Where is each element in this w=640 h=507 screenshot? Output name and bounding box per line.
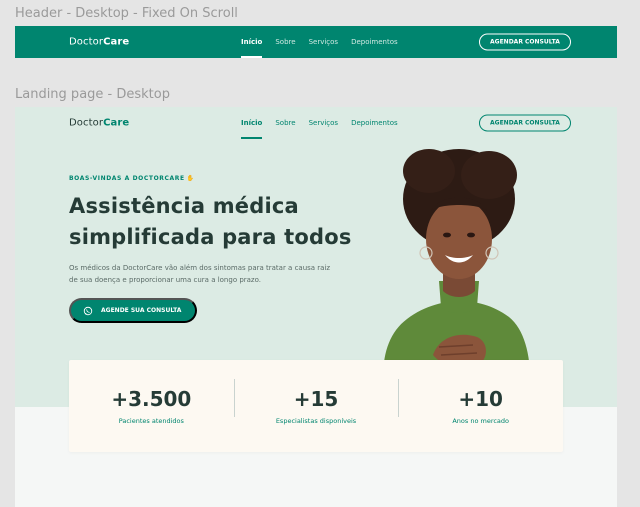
whatsapp-icon [83, 306, 93, 315]
welcome-text: BOAS-VINDAS A DOCTORCARE [69, 175, 185, 182]
nav-item-servicos[interactable]: Serviços [309, 26, 339, 58]
nav-item-inicio[interactable]: Início [241, 26, 263, 58]
nav-item-servicos[interactable]: Serviços [309, 107, 339, 138]
waving-hand-icon: ✋ [186, 175, 195, 182]
logo-part-2: Care [103, 117, 130, 128]
hero-title: Assistência médica simplificada para tod… [69, 194, 352, 249]
frame-label-landing: Landing page - Desktop [15, 87, 170, 102]
logo[interactable]: DoctorCare [69, 117, 129, 128]
book-appointment-label: AGENDE SUA CONSULTA [101, 307, 182, 314]
nav-item-depoimentos[interactable]: Depoimentos [351, 26, 398, 58]
main-nav: Início Sobre Serviços Depoimentos [241, 26, 398, 58]
logo-part-1: Doctor [69, 117, 104, 128]
stat-years: +10 Anos no mercado [398, 379, 563, 425]
welcome-tagline: BOAS-VINDAS A DOCTORCARE ✋ [69, 175, 195, 182]
stat-value: +3.500 [111, 387, 192, 411]
schedule-appointment-button[interactable]: AGENDAR CONSULTA [479, 33, 571, 51]
logo[interactable]: DoctorCare [69, 37, 129, 48]
fixed-header: DoctorCare Início Sobre Serviços Depoime… [15, 26, 617, 58]
stats-card: +3.500 Pacientes atendidos +15 Especiali… [69, 360, 563, 452]
logo-part-1: Doctor [69, 36, 104, 48]
stat-value: +10 [458, 387, 503, 411]
nav-item-depoimentos[interactable]: Depoimentos [351, 107, 398, 138]
stat-specialists: +15 Especialistas disponíveis [233, 379, 399, 425]
book-appointment-button[interactable]: AGENDE SUA CONSULTA [69, 298, 198, 323]
stat-value: +15 [293, 387, 339, 411]
nav-item-inicio[interactable]: Início [241, 107, 263, 139]
stat-label: Especialistas disponíveis [275, 417, 357, 425]
logo-part-2: Care [103, 36, 130, 48]
frame-label-fixed-header: Header - Desktop - Fixed On Scroll [15, 6, 238, 21]
stat-patients: +3.500 Pacientes atendidos [69, 387, 234, 425]
nav-item-sobre[interactable]: Sobre [275, 107, 295, 138]
landing-page: DoctorCare Início Sobre Serviços Depoime… [15, 107, 617, 507]
stat-label: Pacientes atendidos [118, 417, 184, 425]
stat-label: Anos no mercado [452, 417, 510, 425]
landing-nav: Início Sobre Serviços Depoimentos [241, 107, 398, 139]
nav-item-sobre[interactable]: Sobre [275, 26, 295, 58]
schedule-appointment-button[interactable]: AGENDAR CONSULTA [479, 114, 571, 131]
hero-subtitle: Os médicos da DoctorCare vão além dos si… [69, 264, 331, 284]
landing-header: DoctorCare Início Sobre Serviços Depoime… [15, 107, 617, 139]
